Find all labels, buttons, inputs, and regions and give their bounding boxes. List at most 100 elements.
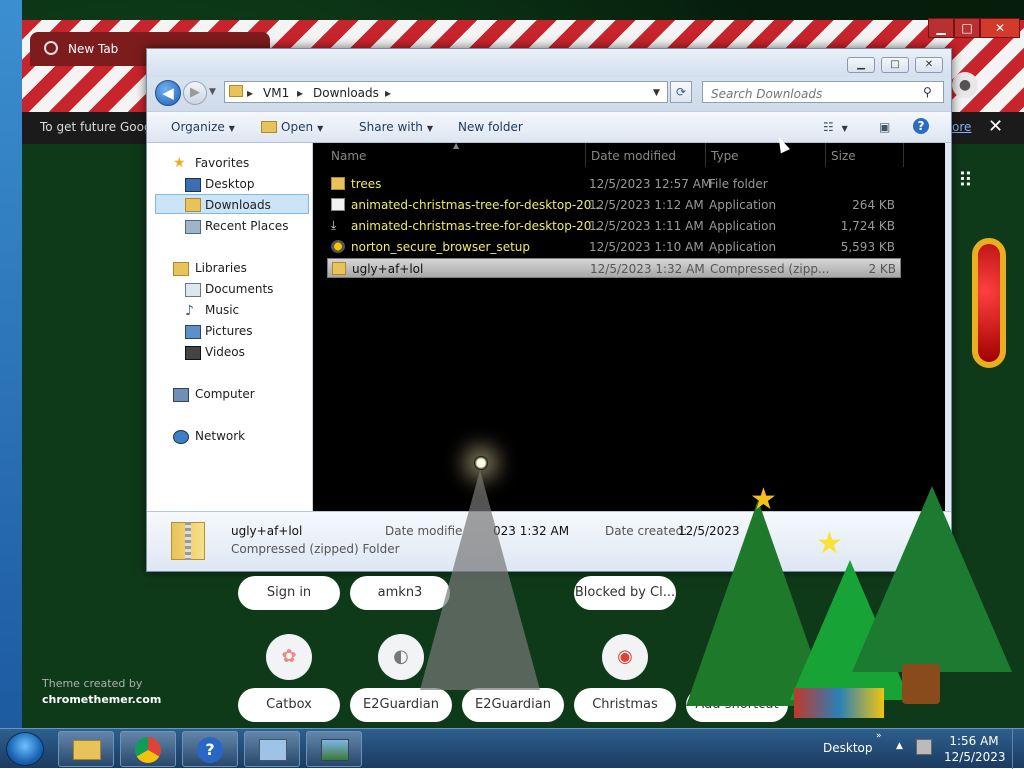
new-folder-button[interactable]: New folder [458, 120, 523, 134]
network-icon [173, 430, 189, 444]
chrome-minimize-button[interactable]: ▁ [928, 18, 954, 38]
column-separator[interactable] [585, 143, 586, 167]
file-size: 264 KB [852, 198, 895, 212]
column-separator[interactable] [825, 143, 826, 167]
desktop-toolbar-label[interactable]: Desktop [823, 741, 873, 755]
file-row-trees[interactable]: trees 12/5/2023 12:57 AM File folder [327, 174, 901, 194]
details-date-created-label: Date created: [605, 524, 688, 538]
christmas-tree-snowy [852, 486, 1012, 672]
libraries-icon [173, 262, 189, 276]
share-with-label: Share with [359, 120, 423, 134]
explorer-maximize-button[interactable]: □ [881, 57, 909, 73]
file-row-christmas-tree-app-1[interactable]: animated-christmas-tree-for-desktop-20..… [327, 195, 901, 215]
profile-avatar-icon[interactable]: ● [952, 72, 978, 98]
column-size[interactable]: Size [831, 149, 856, 163]
nav-videos[interactable]: Videos [205, 345, 245, 359]
search-input[interactable] [702, 81, 944, 103]
search-icon[interactable]: ⚲ [923, 85, 932, 99]
taskbar-help-button[interactable]: ? [182, 731, 238, 767]
infobar-close-icon[interactable]: ✕ [988, 116, 1003, 137]
ornament-decoration [972, 238, 1006, 368]
refresh-icon[interactable]: ⟳ [670, 81, 692, 103]
back-button[interactable]: ◀ [155, 80, 181, 106]
open-button[interactable]: Open ▼ [261, 120, 323, 134]
explorer-minimize-button[interactable]: ▁ [847, 57, 875, 73]
nav-recent-places[interactable]: Recent Places [205, 219, 288, 233]
recent-pages-dropdown-icon[interactable]: ▼ [209, 87, 216, 97]
column-separator[interactable] [903, 143, 904, 167]
chrome-maximize-button[interactable]: □ [954, 18, 980, 38]
network-status-icon[interactable] [916, 739, 932, 755]
column-header-row: Name ▲ Date modified Type Size [313, 141, 945, 167]
chevron-down-icon: ▼ [317, 124, 324, 133]
shortcut-catbox[interactable]: Catbox [238, 688, 340, 722]
breadcrumb-vm1[interactable]: VM1 [263, 86, 289, 100]
help-icon[interactable]: ? [913, 118, 929, 134]
taskbar-picture-viewer-button[interactable] [306, 731, 362, 767]
picture-viewer-icon [321, 739, 349, 761]
explorer-titlebar[interactable]: ▁ □ ✕ [147, 49, 951, 77]
e2guardian-icon[interactable]: ◐ [378, 634, 424, 680]
column-date-modified[interactable]: Date modified [591, 149, 676, 163]
share-with-button[interactable]: Share with ▼ [359, 120, 433, 134]
shortcut-christmas[interactable]: Christmas [574, 688, 676, 722]
nav-desktop[interactable]: Desktop [205, 177, 255, 191]
tray-expand-icon[interactable]: ▲ [896, 741, 903, 751]
help-icon: ? [197, 737, 223, 763]
clock-date[interactable]: 12/5/2023 [944, 750, 1006, 764]
forward-button[interactable]: ▶ [183, 81, 207, 105]
star-icon: ★ [173, 155, 186, 171]
clock-time[interactable]: 1:56 AM [944, 734, 1004, 748]
nav-computer[interactable]: Computer [195, 387, 255, 401]
taskbar-chrome-button[interactable] [120, 731, 176, 767]
column-type[interactable]: Type [711, 149, 739, 163]
shortcut-blocked[interactable]: Blocked by Cl... [574, 576, 676, 610]
nav-downloads[interactable]: Downloads [205, 198, 271, 212]
file-row-christmas-tree-app-2[interactable]: ⤓ animated-christmas-tree-for-desktop-20… [327, 216, 901, 236]
file-type: Compressed (zipp... [710, 262, 830, 276]
file-date: 12/5/2023 1:11 AM [589, 219, 704, 233]
address-bar[interactable]: ▸ VM1 ▸ Downloads ▸ ▼ [224, 81, 668, 103]
show-desktop-button[interactable] [1012, 729, 1024, 769]
nav-documents[interactable]: Documents [205, 282, 273, 296]
breadcrumb-separator-icon: ▸ [297, 86, 304, 100]
circuit-christmas-tree [420, 470, 540, 690]
chrome-tab-favicon-icon [44, 41, 58, 55]
nav-favorites[interactable]: Favorites [195, 156, 249, 170]
chrome-tab-title: New Tab [68, 42, 119, 56]
computer-icon [173, 388, 189, 402]
infobar-learn-more-link[interactable]: ore [952, 120, 971, 134]
chevron-right-icon[interactable]: » [876, 731, 882, 741]
file-row-ugly-af-lol[interactable]: ugly+af+lol 12/5/2023 1:32 AM Compressed… [327, 258, 901, 278]
nav-music[interactable]: Music [205, 303, 239, 317]
address-dropdown-icon[interactable]: ▼ [653, 88, 660, 98]
nav-pictures[interactable]: Pictures [205, 324, 253, 338]
chevron-down-icon: ▼ [426, 124, 434, 133]
shortcut-sign-in[interactable]: Sign in [238, 576, 340, 610]
taskbar: ? Desktop » ▲ 1:56 AM 12/5/2023 [0, 728, 1024, 769]
view-options-icon[interactable]: ☷ ▼ [823, 120, 848, 134]
taskbar-control-panel-button[interactable] [244, 731, 300, 767]
breadcrumb-downloads[interactable]: Downloads [313, 86, 379, 100]
file-list: Name ▲ Date modified Type Size trees 12/… [313, 141, 945, 511]
column-separator[interactable] [705, 143, 706, 167]
recent-places-icon [185, 220, 201, 234]
chrome-close-button[interactable]: ✕ [980, 18, 1020, 38]
catbox-icon[interactable]: ✿ [266, 634, 312, 680]
taskbar-explorer-button[interactable] [58, 731, 114, 767]
shortcut-e2guardian-1[interactable]: E2Guardian [350, 688, 452, 722]
start-button[interactable] [6, 732, 44, 766]
nav-network[interactable]: Network [195, 429, 245, 443]
shortcut-e2guardian-2[interactable]: E2Guardian [462, 688, 564, 722]
sort-ascending-icon: ▲ [453, 141, 460, 150]
explorer-close-button[interactable]: ✕ [915, 57, 943, 73]
column-name[interactable]: Name [331, 149, 366, 163]
nav-libraries[interactable]: Libraries [195, 261, 247, 275]
google-apps-icon[interactable]: ⠿ [958, 170, 978, 190]
preview-pane-icon[interactable]: ▣ [879, 120, 890, 134]
theme-credit-link[interactable]: chromethemer.com [42, 693, 161, 706]
chrome-icon[interactable]: ◉ [602, 634, 648, 680]
file-row-norton-setup[interactable]: norton_secure_browser_setup 12/5/2023 1:… [327, 237, 901, 257]
file-type: Application [709, 240, 777, 254]
organize-button[interactable]: Organize ▼ [171, 120, 235, 134]
